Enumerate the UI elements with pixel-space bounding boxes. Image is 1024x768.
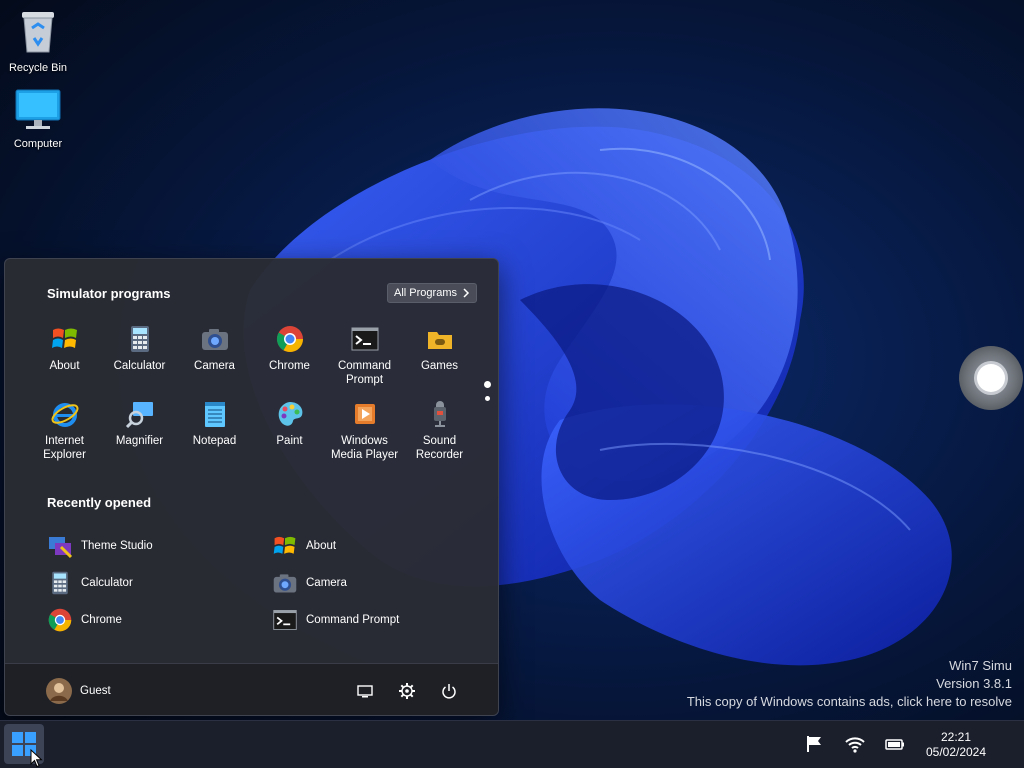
taskbar-clock[interactable]: 22:21 05/02/2024	[914, 730, 998, 760]
start-menu-footer: Guest	[5, 663, 498, 715]
recent-list: Theme Studio About Calculator Camera Chr…	[47, 527, 477, 638]
tray-network[interactable]	[844, 733, 866, 755]
command-prompt-icon	[351, 327, 378, 351]
app-label: Games	[420, 360, 459, 372]
desktop-icon-computer[interactable]: Computer	[0, 88, 76, 150]
recent-item-label: Command Prompt	[306, 613, 400, 626]
recent-item-camera[interactable]: Camera	[272, 564, 477, 601]
microphone-icon	[433, 401, 446, 427]
paint-palette-icon	[278, 402, 302, 426]
taskbar: 22:21 05/02/2024	[0, 720, 1024, 768]
settings-button[interactable]	[397, 681, 417, 701]
calculator-icon	[130, 326, 149, 352]
calculator-icon	[52, 571, 68, 594]
display-settings-button[interactable]	[355, 681, 375, 701]
windows-flag-icon	[273, 536, 296, 554]
notepad-icon	[204, 402, 225, 427]
app-windows-media-player[interactable]: Windows Media Player	[327, 399, 402, 474]
user-account[interactable]: Guest	[45, 677, 111, 705]
battery-icon	[885, 739, 904, 750]
recent-item-label: About	[306, 539, 337, 552]
computer-monitor-icon	[15, 89, 61, 129]
recent-item-about[interactable]: About	[272, 527, 477, 564]
app-label: Command Prompt	[337, 360, 392, 386]
recycle-bin-icon	[22, 12, 54, 53]
recent-item-label: Chrome	[81, 613, 122, 626]
app-label: Chrome	[269, 360, 310, 372]
magnifier-icon	[125, 402, 153, 429]
chevron-right-icon	[463, 288, 470, 298]
media-player-icon	[354, 404, 375, 424]
internet-explorer-icon	[51, 403, 78, 427]
recent-item-command-prompt[interactable]: Command Prompt	[272, 601, 477, 638]
activation-watermark[interactable]: Win7 Simu Version 3.8.1 This copy of Win…	[687, 657, 1012, 711]
gear-icon	[399, 683, 415, 699]
recent-item-theme-studio[interactable]: Theme Studio	[47, 527, 272, 564]
app-label: Calculator	[113, 360, 166, 372]
app-label: Paint	[276, 435, 303, 447]
app-label: Notepad	[192, 435, 237, 447]
windows-flag-icon	[51, 328, 77, 348]
theme-studio-icon	[49, 536, 73, 558]
desktop-icon-label: Computer	[13, 138, 63, 150]
recent-item-label: Calculator	[81, 576, 133, 589]
app-label: Internet Explorer	[43, 435, 86, 461]
page-dot-active[interactable]	[484, 381, 491, 388]
app-label: About	[49, 360, 80, 372]
recent-item-label: Camera	[306, 576, 347, 589]
command-prompt-icon	[273, 609, 297, 630]
clock-time: 22:21	[940, 730, 972, 744]
programs-section-title: Simulator programs	[47, 286, 171, 301]
watermark-version: Version 3.8.1	[936, 676, 1012, 691]
app-sound-recorder[interactable]: Sound Recorder	[402, 399, 477, 474]
wifi-icon	[845, 737, 865, 753]
camera-icon	[201, 329, 228, 350]
app-command-prompt[interactable]: Command Prompt	[327, 324, 402, 399]
avatar	[46, 678, 72, 704]
camera-icon	[273, 573, 297, 593]
page-indicator[interactable]	[483, 381, 491, 405]
display-icon	[357, 685, 373, 698]
watermark-ads-notice[interactable]: This copy of Windows contains ads, click…	[687, 693, 1012, 711]
power-button[interactable]	[439, 681, 459, 701]
recent-item-chrome[interactable]: Chrome	[47, 601, 272, 638]
desktop-icon-label: Recycle Bin	[8, 62, 68, 74]
user-name: Guest	[80, 685, 111, 697]
mouse-cursor-icon	[30, 749, 43, 768]
app-calculator[interactable]: Calculator	[102, 324, 177, 399]
app-label: Sound Recorder	[415, 435, 464, 461]
app-notepad[interactable]: Notepad	[177, 399, 252, 474]
clock-date: 05/02/2024	[925, 745, 987, 759]
all-programs-label: All Programs	[394, 287, 457, 299]
app-about[interactable]: About	[27, 324, 102, 399]
recent-item-calculator[interactable]: Calculator	[47, 564, 272, 601]
app-chrome[interactable]: Chrome	[252, 324, 327, 399]
app-paint[interactable]: Paint	[252, 399, 327, 474]
assistive-touch-button[interactable]	[959, 346, 1023, 410]
page-dot[interactable]	[485, 396, 490, 401]
desktop-icon-recycle-bin[interactable]: Recycle Bin	[0, 8, 76, 74]
tray-action-center[interactable]	[804, 733, 826, 755]
flag-icon	[807, 736, 821, 752]
start-menu: Simulator programs All Programs About Ca…	[4, 258, 499, 716]
app-label: Magnifier	[115, 435, 164, 447]
games-icon	[427, 332, 452, 349]
app-magnifier[interactable]: Magnifier	[102, 399, 177, 474]
app-label: Camera	[194, 360, 235, 372]
recent-item-label: Theme Studio	[81, 539, 153, 552]
app-label: Windows Media Player	[330, 435, 399, 461]
chrome-icon	[276, 326, 303, 353]
watermark-product: Win7 Simu	[949, 658, 1012, 673]
app-games[interactable]: Games	[402, 324, 477, 399]
app-camera[interactable]: Camera	[177, 324, 252, 399]
tray-battery[interactable]	[884, 733, 906, 755]
app-internet-explorer[interactable]: Internet Explorer	[27, 399, 102, 474]
power-icon	[442, 684, 456, 699]
recent-section-title: Recently opened	[47, 495, 152, 510]
chrome-icon	[48, 608, 72, 631]
all-programs-button[interactable]: All Programs	[387, 283, 477, 303]
app-grid: About Calculator Camera Chrome Command P…	[27, 324, 477, 474]
